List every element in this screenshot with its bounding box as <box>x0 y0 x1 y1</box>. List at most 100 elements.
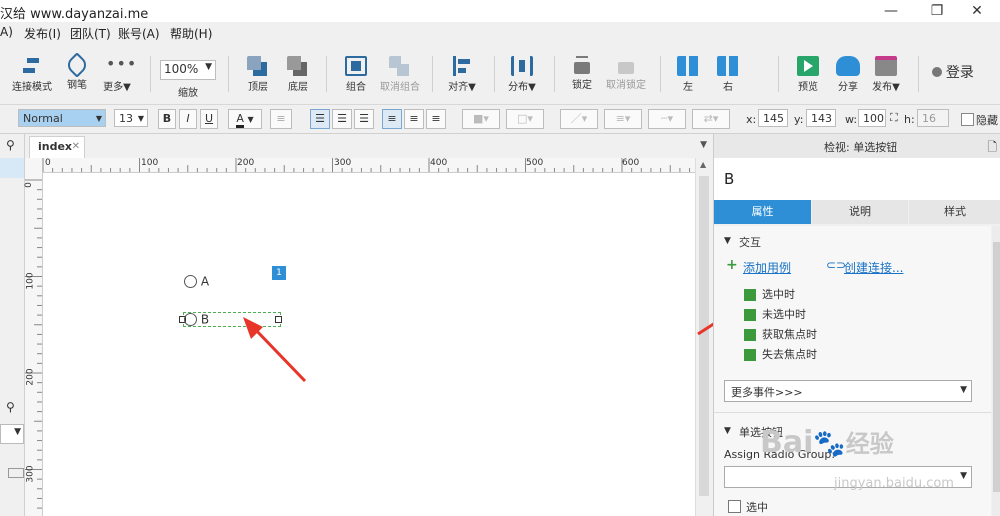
fill-color-button[interactable]: ■▾ <box>462 109 500 129</box>
italic-button[interactable]: I <box>179 109 197 129</box>
close-button[interactable]: ✕ <box>954 0 1000 22</box>
lock-aspect-icon[interactable]: ⛶ <box>890 111 898 125</box>
align-top-text-button[interactable]: ≡ <box>382 109 402 129</box>
bold-button[interactable]: B <box>158 109 176 129</box>
bring-to-front-button[interactable]: 顶层 <box>236 48 280 100</box>
ruler-label: 300 <box>334 158 352 168</box>
event-on-selected[interactable]: 选中时 <box>744 286 795 302</box>
style-select[interactable]: Normal ▼ <box>18 109 106 127</box>
collapse-handle[interactable] <box>8 468 24 478</box>
tab-notes[interactable]: 说明 <box>812 200 908 224</box>
menu-item-team[interactable]: 团队(T) <box>70 25 111 42</box>
chevron-down-icon: ▼ <box>95 114 102 123</box>
tab-style[interactable]: 样式 <box>909 200 1000 224</box>
main-toolbar: 连接模式 钢笔 ••• 更多▼ 100% ▼ 缩放 顶层 底层 组合 取消组合 … <box>0 44 1000 105</box>
event-icon <box>744 349 756 361</box>
lock-button[interactable]: 锁定 <box>560 48 604 100</box>
h-input[interactable]: 16 <box>917 109 949 127</box>
align-button[interactable]: 对齐▼ <box>440 48 484 100</box>
align-left-text-button[interactable]: ☰ <box>310 109 330 129</box>
unlock-button[interactable]: 取消锁定 <box>604 48 648 100</box>
right-pane-button[interactable]: 右 <box>706 48 750 100</box>
w-input[interactable]: 100 <box>858 109 886 127</box>
document-icon[interactable]: 🗋 <box>987 138 997 159</box>
window-title: 汉给 www.dayanzai.me <box>0 7 149 22</box>
font-color-button[interactable]: A ▼ <box>228 109 262 129</box>
selected-label: 选中 <box>746 501 768 514</box>
align-middle-text-button[interactable]: ≡ <box>404 109 424 129</box>
connect-mode-button[interactable]: 连接模式 <box>10 48 54 100</box>
hide-checkbox[interactable] <box>961 113 974 126</box>
bring-front-icon <box>247 56 269 76</box>
line-style-button[interactable]: ┄▾ <box>648 109 686 129</box>
zoom-select[interactable]: 100% ▼ <box>160 60 216 80</box>
align-bottom-text-button[interactable]: ≡ <box>426 109 446 129</box>
align-center-text-button[interactable]: ☰ <box>332 109 352 129</box>
arrow-style-button[interactable]: ⇄▾ <box>692 109 730 129</box>
align-right-text-button[interactable]: ☰ <box>354 109 374 129</box>
distribute-button[interactable]: 分布▼ <box>500 48 544 100</box>
align-center-icon: ☰ <box>337 112 347 125</box>
radio-button-b[interactable]: B <box>184 312 209 327</box>
line-style-icon: ┄▾ <box>660 112 674 125</box>
section-divider <box>714 412 991 413</box>
align-top-icon: ≡ <box>387 112 397 125</box>
selected-checkbox[interactable] <box>728 500 741 513</box>
minimize-button[interactable]: — <box>868 0 914 22</box>
pen-button[interactable]: 钢笔 <box>55 48 99 100</box>
ruler-label: 300 <box>25 465 36 483</box>
inspector-scrollbar[interactable] <box>992 226 1000 516</box>
radio-button-a[interactable]: A <box>184 274 209 289</box>
lock-icon <box>574 62 590 74</box>
menu-item-arrange[interactable]: A) <box>0 25 13 39</box>
preview-button[interactable]: 预览 <box>786 48 830 100</box>
ruler-label: 0 <box>45 158 51 168</box>
event-on-unselected[interactable]: 未选中时 <box>744 306 806 322</box>
design-canvas[interactable]: A 1 B <box>43 173 695 516</box>
add-case-link[interactable]: 添加用例 <box>743 259 791 276</box>
search-icon[interactable]: ⚲ <box>6 138 15 152</box>
menu-item-publish[interactable]: 发布(I) <box>24 25 61 42</box>
more-events-select[interactable]: 更多事件>>> ▼ <box>724 380 972 402</box>
create-link-link[interactable]: 创建连接... <box>844 259 903 276</box>
publish-button[interactable]: 发布▼ <box>864 48 908 100</box>
tab-index[interactable]: index ✕ <box>29 136 85 158</box>
scroll-up-icon[interactable]: ▲ <box>700 160 706 169</box>
shadow-button[interactable]: □▾ <box>506 109 544 129</box>
line-width-button[interactable]: ≡▾ <box>604 109 642 129</box>
y-input[interactable]: 143 <box>806 109 836 127</box>
fill-color-icon: ■▾ <box>473 112 489 125</box>
interaction-badge[interactable]: 1 <box>272 266 286 280</box>
ruler-label: 500 <box>526 158 544 168</box>
bullet-list-button[interactable]: ≡ <box>270 109 292 129</box>
more-button[interactable]: ••• 更多▼ <box>95 48 139 100</box>
collapse-chevron-icon[interactable]: ▼ <box>724 236 731 246</box>
toolbar-separator <box>326 56 327 92</box>
page-list-item[interactable] <box>0 158 24 178</box>
ungroup-button[interactable]: 取消组合 <box>378 48 422 100</box>
tab-properties[interactable]: 属性 <box>714 200 811 224</box>
group-button[interactable]: 组合 <box>334 48 378 100</box>
underline-button[interactable]: U <box>200 109 218 129</box>
send-to-back-button[interactable]: 底层 <box>276 48 320 100</box>
chevron-down-icon[interactable]: ▼ <box>700 140 707 150</box>
ruler-label: 600 <box>622 158 640 168</box>
event-on-blur[interactable]: 失去焦点时 <box>744 346 817 362</box>
library-select[interactable]: ▼ <box>0 424 24 444</box>
font-size-select[interactable]: 13 ▼ <box>114 109 148 127</box>
event-on-focus[interactable]: 获取焦点时 <box>744 326 817 342</box>
collapse-chevron-icon[interactable]: ▼ <box>724 426 731 436</box>
x-input[interactable]: 145 <box>758 109 788 127</box>
menu-item-account[interactable]: 账号(A) <box>118 25 160 42</box>
close-icon[interactable]: ✕ <box>72 137 80 157</box>
line-color-button[interactable]: ／▾ <box>560 109 598 129</box>
widget-name-field[interactable]: B <box>714 158 1000 200</box>
scroll-thumb[interactable] <box>993 242 1000 492</box>
horizontal-ruler: 0 100 200 300 400 500 600 <box>25 158 695 173</box>
login-button[interactable]: 登录 <box>932 62 974 82</box>
search-icon[interactable]: ⚲ <box>6 400 15 414</box>
toolbar-separator <box>554 56 555 92</box>
menu-item-help[interactable]: 帮助(H) <box>170 25 212 42</box>
left-pane-button[interactable]: 左 <box>666 48 710 100</box>
cloud-upload-icon <box>836 56 860 76</box>
